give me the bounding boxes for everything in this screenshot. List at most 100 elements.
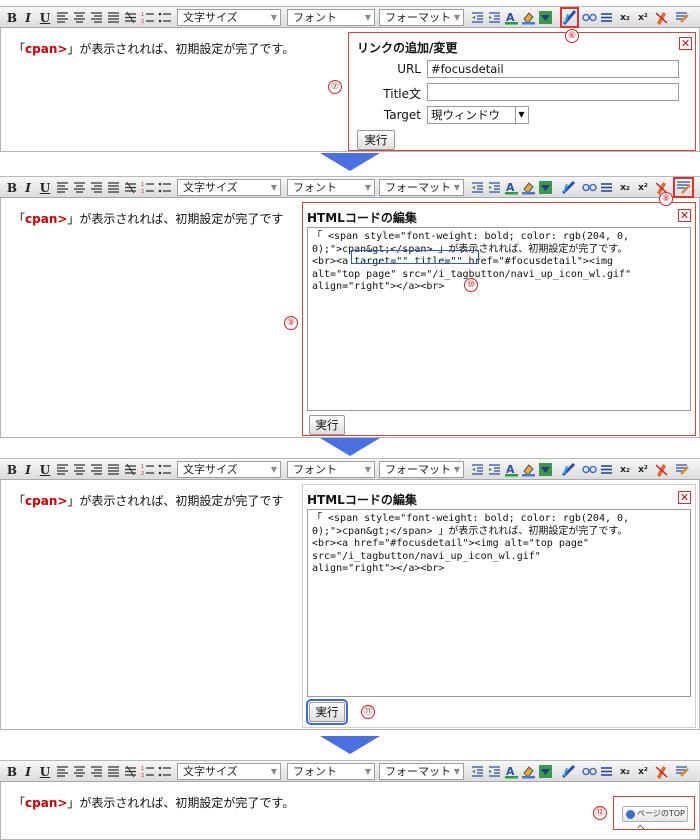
outdent-icon[interactable] (470, 180, 485, 195)
font-select[interactable]: フォント ▼ (287, 9, 375, 26)
superscript-button[interactable]: x² (635, 9, 651, 26)
ordered-list-icon[interactable]: 12 (140, 10, 155, 25)
align-right-icon[interactable] (89, 462, 104, 477)
target-select[interactable]: 現ウィンドウ ▼ (427, 106, 529, 124)
bullet-list-icon[interactable] (157, 462, 172, 477)
outdent-icon[interactable] (470, 764, 485, 779)
background-color-icon[interactable] (521, 180, 536, 195)
background-color-icon[interactable] (521, 764, 536, 779)
align-justify-icon[interactable] (106, 180, 121, 195)
font-size-select[interactable]: 文字サイズ ▼ (177, 461, 281, 478)
unlink-icon[interactable] (582, 764, 597, 779)
link-icon[interactable] (560, 7, 579, 28)
underline-button[interactable]: U (37, 179, 53, 196)
bullet-list-icon[interactable] (157, 180, 172, 195)
font-select[interactable]: フォント ▼ (287, 179, 375, 196)
bold-button[interactable]: B (4, 461, 20, 478)
url-input[interactable]: #focusdetail (427, 60, 679, 78)
italic-button[interactable]: I (20, 9, 36, 26)
bold-button[interactable]: B (4, 9, 20, 26)
html-source-icon[interactable] (673, 177, 694, 198)
link-icon[interactable] (561, 180, 576, 195)
close-icon[interactable]: ✕ (678, 491, 691, 504)
align-justify-icon[interactable] (106, 10, 121, 25)
close-icon[interactable]: ✕ (678, 209, 691, 222)
image-insert-icon[interactable] (538, 10, 553, 25)
format-select[interactable]: フォーマット ▼ (379, 763, 464, 780)
page-top-button[interactable]: ページのTOPへ (622, 806, 688, 832)
align-right-icon[interactable] (89, 764, 104, 779)
editor-content[interactable]: 「cpan>」が表示されれば、初期設定が完了です HTMLコードの編集 ✕ 「 … (0, 198, 700, 438)
submit-button[interactable]: 実行 (309, 415, 345, 435)
image-insert-icon[interactable] (538, 180, 553, 195)
underline-button[interactable]: U (37, 461, 53, 478)
font-select[interactable]: フォント ▼ (287, 461, 375, 478)
superscript-button[interactable]: x² (635, 179, 651, 196)
subscript-button[interactable]: x₂ (617, 763, 633, 780)
outdent-icon[interactable] (470, 462, 485, 477)
strikethrough-icon[interactable] (123, 10, 138, 25)
strikethrough-icon[interactable] (123, 180, 138, 195)
close-icon[interactable]: ✕ (679, 37, 692, 50)
superscript-button[interactable]: x² (635, 461, 651, 478)
format-select[interactable]: フォーマット ▼ (379, 461, 464, 478)
strikethrough-icon[interactable] (123, 764, 138, 779)
text-color-icon[interactable]: A (504, 462, 519, 477)
bullet-list-icon[interactable] (157, 10, 172, 25)
indent-icon[interactable] (487, 764, 502, 779)
indent-icon[interactable] (487, 10, 502, 25)
html-code-textarea[interactable]: 「 <span style="font-weight: bold; color:… (307, 509, 691, 697)
html-source-icon[interactable] (674, 764, 689, 779)
underline-button[interactable]: U (37, 9, 53, 26)
submit-button[interactable]: 実行 (357, 130, 395, 150)
align-center-icon[interactable] (72, 180, 87, 195)
title-input[interactable] (427, 83, 679, 101)
bullet-list-icon[interactable] (157, 764, 172, 779)
unlink-icon[interactable] (582, 180, 597, 195)
align-left-icon[interactable] (55, 10, 70, 25)
align-justify-icon[interactable] (106, 462, 121, 477)
text-color-icon[interactable]: A (504, 180, 519, 195)
image-insert-icon[interactable] (538, 764, 553, 779)
horizontal-rule-icon[interactable] (599, 462, 614, 477)
text-color-icon[interactable]: A (504, 10, 519, 25)
editor-content[interactable]: 「cpan>」が表示されれば、初期設定が完了です HTMLコードの編集 ✕ 「 … (0, 480, 700, 730)
horizontal-rule-icon[interactable] (599, 764, 614, 779)
ordered-list-icon[interactable]: 12 (140, 462, 155, 477)
link-icon[interactable] (561, 462, 576, 477)
subscript-button[interactable]: x₂ (617, 179, 633, 196)
align-justify-icon[interactable] (106, 764, 121, 779)
align-center-icon[interactable] (72, 764, 87, 779)
outdent-icon[interactable] (470, 10, 485, 25)
unlink-icon[interactable] (582, 10, 597, 25)
align-center-icon[interactable] (72, 10, 87, 25)
link-icon[interactable] (561, 764, 576, 779)
submit-button[interactable]: 実行 (306, 699, 348, 725)
clear-format-icon[interactable] (654, 10, 669, 25)
clear-format-icon[interactable] (654, 764, 669, 779)
strikethrough-icon[interactable] (123, 462, 138, 477)
bold-button[interactable]: B (4, 763, 20, 780)
editor-content[interactable]: 「cpan>」が表示されれば、初期設定が完了です。 リンクの追加/変更 ✕ UR… (0, 28, 700, 152)
html-source-icon[interactable] (674, 10, 689, 25)
align-right-icon[interactable] (89, 180, 104, 195)
font-size-select[interactable]: 文字サイズ ▼ (177, 9, 281, 26)
editor-content[interactable]: 「cpan>」が表示されれば、初期設定が完了です。 ⑫ ページのTOPへ (0, 782, 700, 840)
clear-format-icon[interactable] (654, 462, 669, 477)
superscript-button[interactable]: x² (635, 763, 651, 780)
indent-icon[interactable] (487, 180, 502, 195)
horizontal-rule-icon[interactable] (599, 10, 614, 25)
align-left-icon[interactable] (55, 764, 70, 779)
align-left-icon[interactable] (55, 180, 70, 195)
text-color-icon[interactable]: A (504, 764, 519, 779)
horizontal-rule-icon[interactable] (599, 180, 614, 195)
align-left-icon[interactable] (55, 462, 70, 477)
font-size-select[interactable]: 文字サイズ ▼ (177, 179, 281, 196)
background-color-icon[interactable] (521, 462, 536, 477)
italic-button[interactable]: I (20, 179, 36, 196)
image-insert-icon[interactable] (538, 462, 553, 477)
ordered-list-icon[interactable]: 12 (140, 764, 155, 779)
format-select[interactable]: フォーマット ▼ (379, 9, 464, 26)
italic-button[interactable]: I (20, 763, 36, 780)
html-source-icon[interactable] (674, 462, 689, 477)
